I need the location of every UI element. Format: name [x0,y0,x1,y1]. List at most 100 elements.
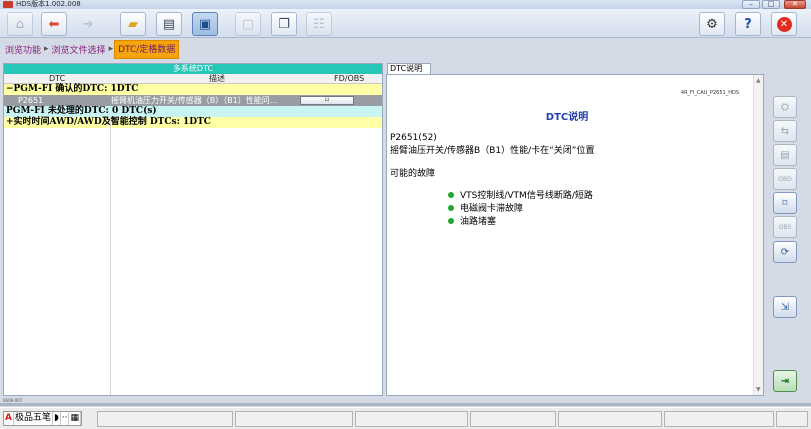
freeze-data-icon: ⌑ [782,197,788,209]
ime-mode-icon[interactable]: A [4,412,14,425]
gear-icon: ⚙ [706,16,718,32]
status-cell [355,411,468,427]
bullet-icon [448,192,454,198]
cause-item: VTS控制线/VTM信号线断路/短路 [448,188,593,201]
dtc-info-panel: 4R_FI_CAU_P2651_HDS DTC说明 P2651(52) 摇臂油压… [386,74,764,396]
ime-halfwidth-icon[interactable]: ◗ [53,412,61,425]
scroll-down-icon[interactable]: ▼ [756,386,761,393]
windows-stack-button[interactable]: ❐ [271,12,297,36]
status-cell [235,411,353,427]
open-folder-icon: ▰ [128,16,138,32]
title-bar: HDS版本1.002.008 – □ ✕ [0,0,811,9]
dtc-column-headers: DTC 描述 FD/OBS [4,74,382,84]
window-button[interactable]: ▢ [235,12,261,36]
data-list-button[interactable]: ☷ [306,12,332,36]
right-sidebar: ⛭ ⇆ ▤ OBD ⌑ OBS ⟳ ⇲ ⇥ [766,63,811,396]
horizontal-splitter[interactable] [0,403,811,406]
bullet-icon [448,205,454,211]
status-cell [664,411,774,427]
sidebar-button-obs[interactable]: OBS [773,216,797,238]
gear-grid-icon: ⛭ [781,101,789,113]
close-button[interactable]: ✕ [784,0,806,9]
app-window: HDS版本1.002.008 – □ ✕ ⌂ ⬅ ➔ ▰ ▤ ▣ ▢ ❐ ☷ ⚙… [0,0,811,429]
sidebar-button-exit[interactable]: ⇥ [773,370,797,392]
help-button[interactable]: ? [735,12,761,36]
sidebar-button-export[interactable]: ⇲ [773,296,797,318]
help-icon: ? [744,16,752,32]
app-logo-icon [3,1,13,8]
screen-capture-icon: ▣ [198,16,212,32]
ime-punctuation-icon[interactable]: ·· [61,412,70,425]
sidebar-button-2[interactable]: ⇆ [773,120,797,142]
ime-keyboard-icon[interactable]: ▦ [69,412,81,425]
exit-door-icon: ⇥ [780,375,790,387]
forward-button[interactable]: ➔ [75,12,101,36]
dtc-description: 摇臂机油压力开关/传感器（B）（B1）性能问... [111,96,278,105]
sidebar-button-3[interactable]: ▤ [773,144,797,166]
dtc-panel-header: 多系统DTC [4,64,382,74]
possible-causes-title: 可能的故障 [390,169,436,179]
cause-text: VTS控制线/VTM信号线断路/短路 [460,191,593,201]
column-divider [110,117,111,395]
obd-icon: OBD [778,175,792,183]
open-file-button[interactable]: ▰ [120,12,146,36]
cause-text: 电磁阀卡滞故障 [460,204,524,214]
vertical-scrollbar[interactable]: ▲ ▼ [753,75,763,395]
document-id: 4R_FI_CAU_P2651_HDS [680,90,739,96]
ime-toolbar[interactable]: A 极品五笔 ◗ ·· ▦ [3,411,82,426]
windows-stack-icon: ❐ [278,16,290,32]
maximize-button[interactable]: □ [762,0,780,9]
sidebar-button-refresh[interactable]: ⟳ [773,241,797,263]
freeze-data-button[interactable]: ⌑ [300,96,354,105]
dtc-info-code: P2651(52) [390,133,437,143]
status-cell [776,411,808,427]
column-header-desc[interactable]: 描述 [209,74,225,84]
screen-capture-button[interactable]: ▣ [192,12,218,36]
column-header-dtc[interactable]: DTC [49,74,65,84]
document-check-icon: ▤ [780,149,790,161]
dtc-code: P2651 [18,96,44,105]
breadcrumb: 浏览功能 ▸ 浏览文件选择 ▸ DTC/定格数据 [0,38,811,60]
refresh-window-icon: ⟳ [780,246,790,258]
cause-item: 油路堵塞 [448,214,496,227]
bullet-icon [448,218,454,224]
minimize-button[interactable]: – [742,0,760,9]
print-button[interactable]: ▤ [156,12,182,36]
status-cell [470,411,556,427]
breadcrumb-item-file-select[interactable]: 浏览文件选择 [50,43,108,56]
status-cell [558,411,662,427]
sidebar-button-1[interactable]: ⛭ [773,96,797,118]
forward-arrow-icon: ➔ [82,16,94,32]
status-bar: A 极品五笔 ◗ ·· ▦ [0,407,811,429]
breadcrumb-item-dtc[interactable]: DTC/定格数据 [114,39,180,59]
back-arrow-icon: ⬅ [48,16,60,32]
dtc-group-confirmed[interactable]: −PGM-FI 确认的DTC: 1DTC [4,84,382,95]
dtc-group-pending[interactable]: PGM-FI 未处理的DTC: 0 DTC(s) [4,106,382,117]
back-button[interactable]: ⬅ [41,12,67,36]
export-icon: ⇲ [780,301,790,313]
scroll-up-icon[interactable]: ▲ [756,77,761,84]
main-toolbar: ⌂ ⬅ ➔ ▰ ▤ ▣ ▢ ❐ ☷ ⚙ ? ✕ [0,9,811,38]
settings-button[interactable]: ⚙ [699,12,725,36]
exit-app-button[interactable]: ✕ [771,12,797,36]
dtc-info-title: DTC说明 [545,112,589,123]
tab-dtc-info[interactable]: DTC说明 [387,63,431,74]
swap-arrows-icon: ⇆ [780,125,790,137]
window-title: HDS版本1.002.008 [16,0,81,8]
obs-icon: OBS [778,223,792,231]
home-button[interactable]: ⌂ [7,12,33,36]
sidebar-button-5[interactable]: ⌑ [773,192,797,214]
exit-icon: ✕ [776,16,792,32]
dtc-info-description: 摇臂油压开关/传感器B（B1）性能/卡在“关闭”位置 [390,146,595,156]
dtc-list-panel: 多系统DTC DTC 描述 FD/OBS −PGM-FI 确认的DTC: 1DT… [3,63,383,396]
cause-item: 电磁阀卡滞故障 [448,201,523,214]
home-icon: ⌂ [15,16,25,32]
table-row[interactable]: P2651 摇臂机油压力开关/传感器（B）（B1）性能问... ⌑ [4,95,382,106]
ime-name[interactable]: 极品五笔 [14,412,53,425]
sidebar-button-obd[interactable]: OBD [773,168,797,190]
column-header-fd[interactable]: FD/OBS [334,74,364,84]
dtc-group-awd[interactable]: +实时时间AWD/AWD及智能控制 DTCs: 1DTC [4,117,382,128]
cause-text: 油路堵塞 [460,217,497,227]
breadcrumb-item-browse[interactable]: 浏览功能 [3,43,43,56]
print-icon: ▤ [162,16,176,32]
